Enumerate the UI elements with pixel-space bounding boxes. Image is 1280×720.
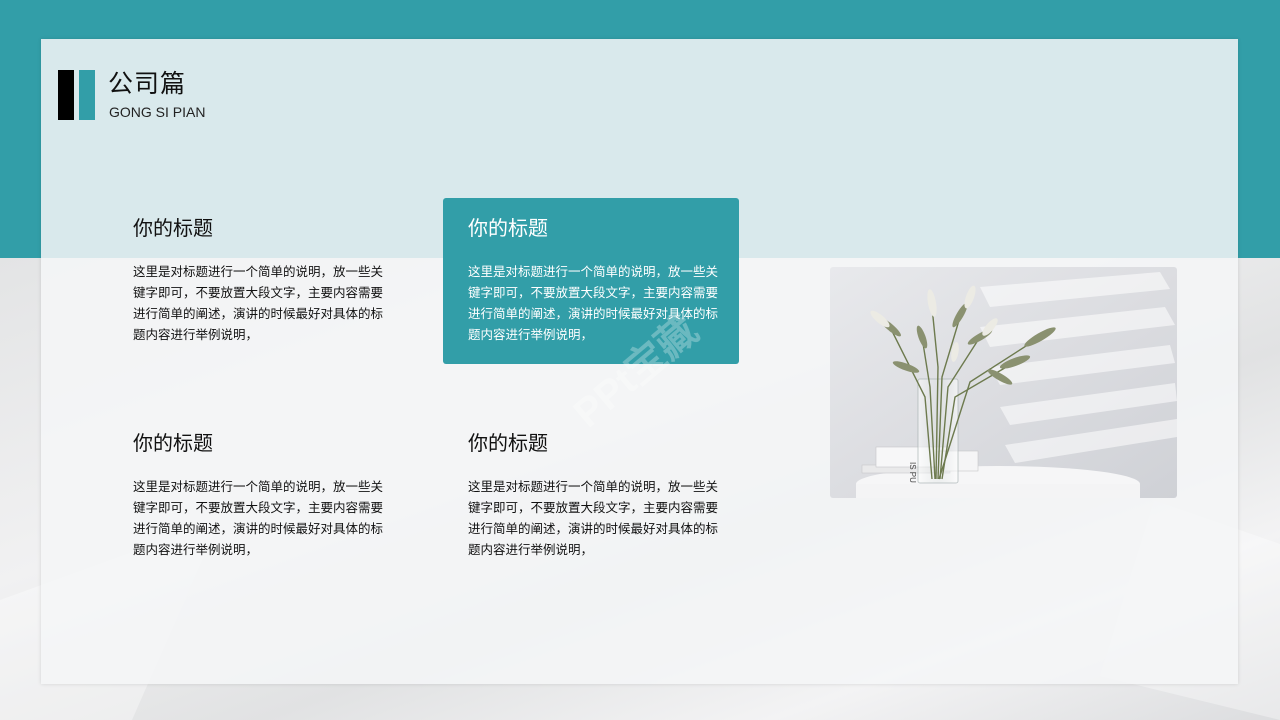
card-bottom-middle: 你的标题 这里是对标题进行一个简单的说明，放一些关键字即可，不要放置大段文字，主…: [468, 429, 764, 579]
logo-bar-dark: [58, 70, 74, 120]
card-body: 这里是对标题进行一个简单的说明，放一些关键字即可，不要放置大段文字，主要内容需要…: [133, 264, 384, 342]
page-subtitle: GONG SI PIAN: [109, 104, 206, 120]
card-body: 这里是对标题进行一个简单的说明，放一些关键字即可，不要放置大段文字，主要内容需要…: [133, 479, 384, 557]
page-title: 公司篇: [108, 69, 187, 98]
card-bottom-left: 你的标题 这里是对标题进行一个简单的说明，放一些关键字即可，不要放置大段文字，主…: [133, 429, 429, 579]
card-title: 你的标题: [468, 216, 548, 240]
book-spine-text: IS PU: [908, 462, 917, 483]
card-body: 这里是对标题进行一个简单的说明，放一些关键字即可，不要放置大段文字，主要内容需要…: [468, 479, 719, 557]
flower-vase-photo: IS PU: [830, 267, 1177, 498]
flower-vase-illustration: IS PU: [830, 267, 1177, 498]
card-top-left: 你的标题 这里是对标题进行一个简单的说明，放一些关键字即可，不要放置大段文字，主…: [133, 214, 429, 364]
card-title: 你的标题: [133, 216, 213, 240]
card-title: 你的标题: [468, 431, 548, 455]
card-title: 你的标题: [133, 431, 213, 455]
logo-bar-accent: [79, 70, 95, 120]
